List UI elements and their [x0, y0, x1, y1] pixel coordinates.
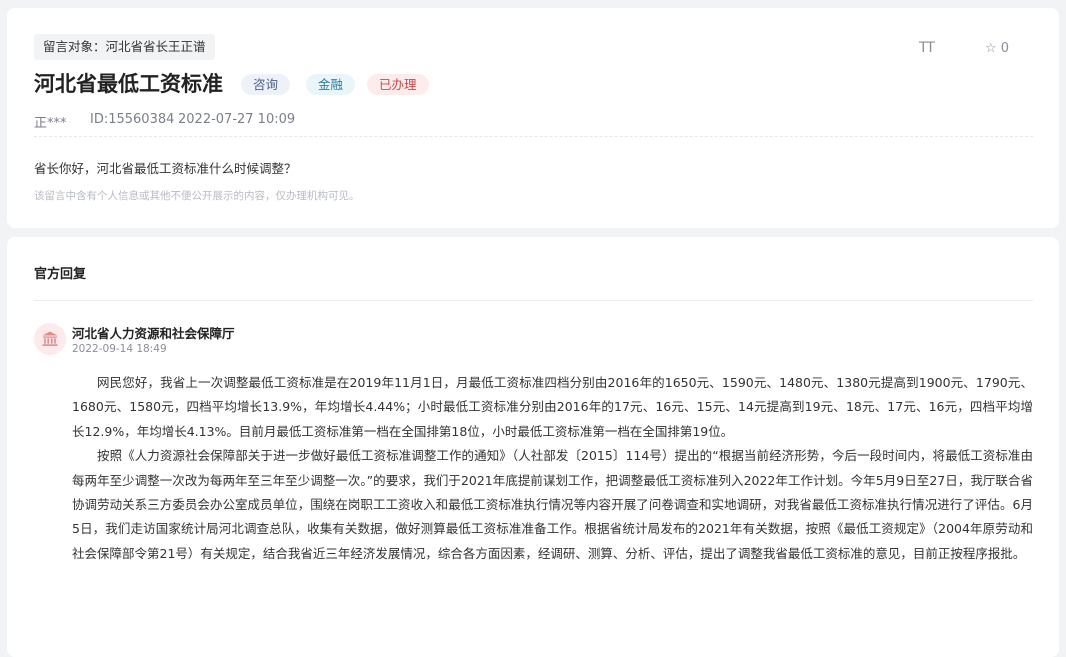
tag-consult: 咨询 [241, 74, 291, 95]
reply-body: 网民您好，我省上一次调整最低工资标准是在2019年11月1日，月最低工资标准四档… [72, 371, 1033, 566]
reply-org-name: 河北省人力资源和社会保障厅 [72, 326, 235, 341]
government-building-icon [42, 331, 58, 346]
divider [34, 300, 1033, 301]
tag-finance: 金融 [306, 74, 356, 95]
font-size-icon: TT [919, 40, 935, 56]
message-card: 留言对象：河北省省长王正谱 河北省最低工资标准 咨询 金融 已办理 TT ☆ 0… [7, 8, 1059, 228]
font-size-toggle-button[interactable]: TT [919, 40, 935, 56]
author-name: 正*** [34, 116, 67, 131]
favorite-button[interactable]: ☆ 0 [985, 41, 1009, 56]
avatar [34, 323, 66, 355]
reply-heading: 官方回复 [34, 267, 87, 282]
message-target-tag: 留言对象：河北省省长王正谱 [34, 34, 215, 60]
message-time: 2022-07-27 10:09 [178, 112, 296, 127]
message-content: 省长你好，河北省最低工资标准什么时候调整？ [34, 161, 297, 176]
reply-paragraph: 网民您好，我省上一次调整最低工资标准是在2019年11月1日，月最低工资标准四档… [72, 375, 1033, 439]
divider [34, 136, 1033, 137]
page-title: 河北省最低工资标准 [34, 72, 223, 96]
privacy-note: 该留言中含有个人信息或其他不便公开展示的内容，仅办理机构可见。 [34, 190, 360, 202]
message-id: ID:15560384 [90, 112, 175, 127]
star-outline-icon: ☆ [985, 41, 997, 56]
official-reply-card: 官方回复 河北省人力资源和社会保障厅 2022-09-14 18:49 网民您好… [7, 237, 1059, 657]
reply-time: 2022-09-14 18:49 [72, 343, 167, 355]
favorite-count: 0 [1000, 41, 1010, 56]
status-badge: 已办理 [367, 74, 429, 95]
reply-paragraph: 按照《人力资源社会保障部关于进一步做好最低工资标准调整工作的通知》（人社部发〔2… [72, 448, 1033, 561]
